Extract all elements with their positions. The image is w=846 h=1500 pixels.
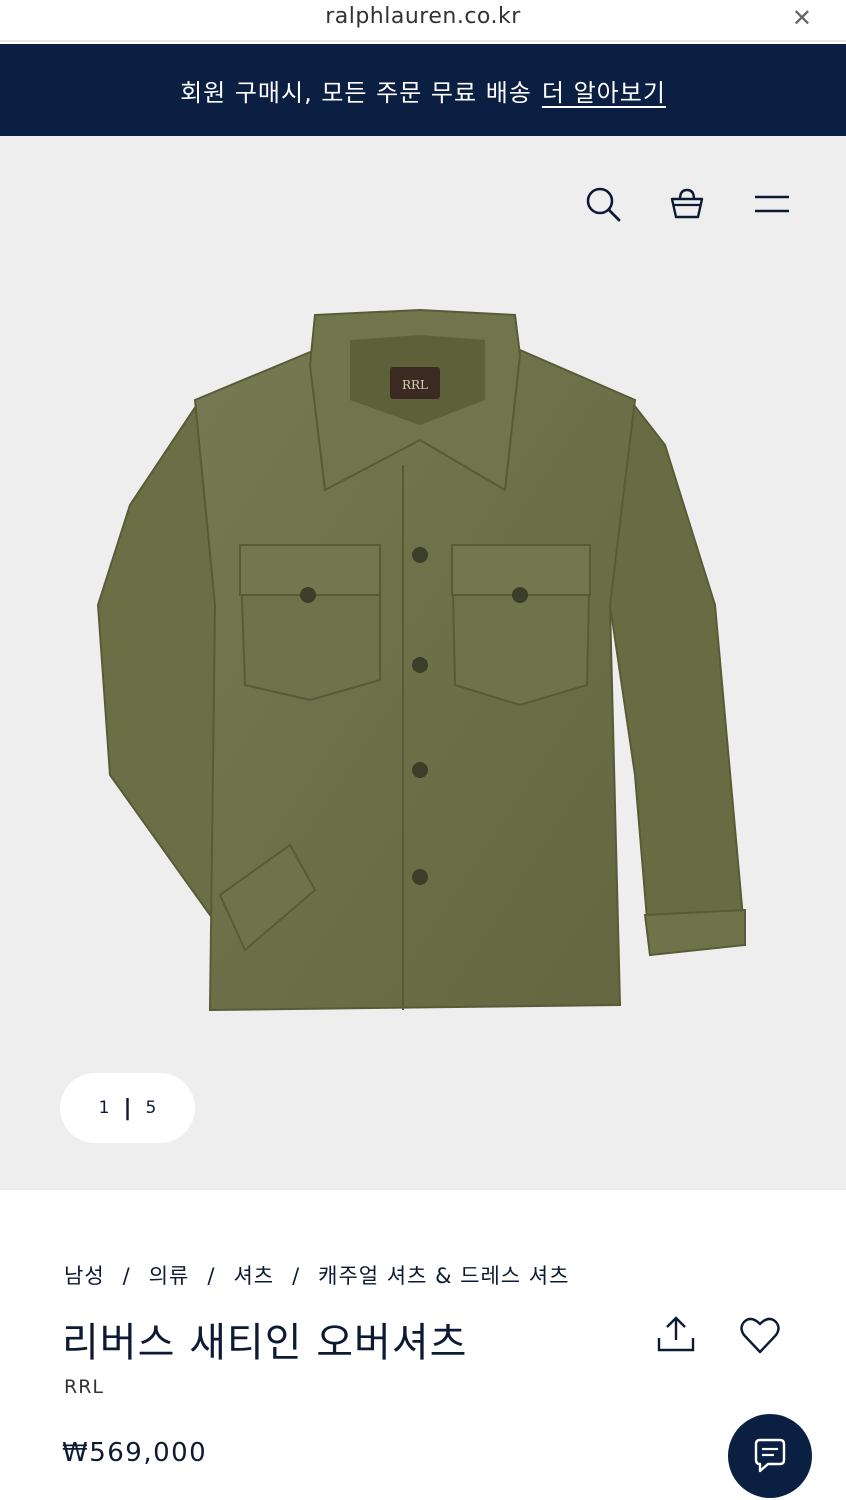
menu-icon[interactable]: [750, 182, 794, 226]
close-icon[interactable]: ✕: [792, 6, 812, 30]
pager-separator: |: [123, 1095, 132, 1121]
breadcrumb-item[interactable]: 의류: [149, 1264, 190, 1288]
pager-total: 5: [145, 1098, 157, 1118]
product-title: 리버스 새티인 오버셔츠: [62, 1320, 468, 1366]
breadcrumb-item[interactable]: 남성: [64, 1264, 105, 1288]
browser-url-bar[interactable]: ralphlauren.co.kr ✕: [0, 0, 846, 42]
promo-learn-more-link[interactable]: 더 알아보기: [542, 73, 666, 108]
chat-bubble-icon: [754, 1438, 786, 1473]
gallery-pager[interactable]: 1 | 5: [60, 1073, 195, 1143]
wishlist-heart-icon[interactable]: [737, 1312, 783, 1358]
breadcrumb-item[interactable]: 셔츠: [233, 1264, 274, 1288]
breadcrumb: 남성 / 의류 / 셔츠 / 캐주얼 셔츠 & 드레스 셔츠: [64, 1264, 570, 1288]
pager-current: 1: [98, 1098, 110, 1118]
product-image: RRL: [96, 308, 747, 1012]
search-icon[interactable]: [581, 182, 625, 226]
chat-button[interactable]: [728, 1414, 812, 1498]
promo-text: 회원 구매시, 모든 주문 무료 배송: [180, 78, 532, 107]
product-brand: RRL: [64, 1376, 104, 1398]
svg-text:RRL: RRL: [402, 378, 428, 392]
breadcrumb-item[interactable]: 캐주얼 셔츠 & 드레스 셔츠: [318, 1264, 569, 1288]
header-icons: [0, 182, 846, 226]
product-price: ₩569,000: [62, 1438, 208, 1468]
promo-banner: 회원 구매시, 모든 주문 무료 배송 더 알아보기: [0, 44, 846, 136]
shopping-bag-icon[interactable]: [665, 182, 709, 226]
share-icon[interactable]: [653, 1312, 699, 1358]
url-text[interactable]: ralphlauren.co.kr: [0, 4, 846, 29]
